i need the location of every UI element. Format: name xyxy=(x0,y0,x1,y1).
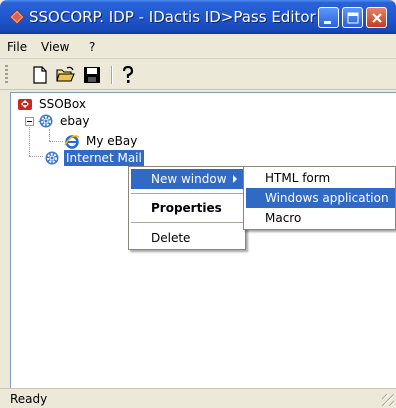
maximize-icon xyxy=(347,12,359,24)
tree-connector xyxy=(49,141,63,142)
tree-node-ebay[interactable]: ebay xyxy=(38,113,118,129)
menu-separator xyxy=(131,222,243,223)
menu-item-label: Properties xyxy=(151,201,222,215)
open-folder-icon[interactable] xyxy=(55,65,75,85)
diamond-app-icon xyxy=(9,9,25,25)
submenu-windows-application[interactable]: Windows application xyxy=(246,188,395,208)
context-menu-properties[interactable]: Properties xyxy=(131,198,243,218)
tree-node-my-ebay[interactable]: My eBay xyxy=(64,133,154,149)
save-disk-icon[interactable] xyxy=(82,65,102,85)
toolbar xyxy=(0,60,396,90)
gear-icon xyxy=(45,151,59,165)
menu-item-label: HTML form xyxy=(265,171,331,185)
menu-help[interactable]: ? xyxy=(86,39,98,55)
tree-collapse-toggle[interactable] xyxy=(25,117,34,126)
submenu-macro[interactable]: Macro xyxy=(246,208,395,228)
toolbar-grip[interactable] xyxy=(5,65,8,85)
close-icon xyxy=(372,13,382,23)
window-title: SSOCORP. IDP - IDactis ID>Pass Editor xyxy=(29,8,316,26)
context-menu-delete[interactable]: Delete xyxy=(131,228,243,248)
ssobox-icon xyxy=(18,99,32,110)
title-bar[interactable]: SSOCORP. IDP - IDactis ID>Pass Editor xyxy=(0,0,396,34)
tree-node-label: SSOBox xyxy=(39,97,86,111)
menu-item-label: Delete xyxy=(151,231,191,245)
tree-connector xyxy=(49,129,50,141)
menu-item-label: Windows application xyxy=(265,191,389,205)
submenu-html-form[interactable]: HTML form xyxy=(246,168,395,188)
new-window-submenu: HTML form Windows application Macro xyxy=(243,166,396,230)
tree-node-label: ebay xyxy=(60,114,90,128)
help-question-icon[interactable] xyxy=(118,65,138,85)
menu-item-label: New window xyxy=(151,172,227,186)
tree-node-internet-mail[interactable]: Internet Mail xyxy=(44,150,154,166)
maximize-button[interactable] xyxy=(342,7,363,28)
submenu-arrow-icon xyxy=(233,175,237,183)
minimize-icon xyxy=(324,21,331,24)
internet-explorer-icon xyxy=(64,135,80,149)
toolbar-separator xyxy=(111,66,113,84)
tree-node-ssobox[interactable]: SSOBox xyxy=(17,96,97,112)
context-menu-new-window[interactable]: New window xyxy=(131,169,243,189)
menu-separator xyxy=(131,193,243,194)
resize-grip[interactable] xyxy=(382,394,394,406)
tree-node-label: My eBay xyxy=(86,134,138,148)
menu-view[interactable]: View xyxy=(38,39,72,55)
menu-bar: File View ? xyxy=(0,34,396,59)
status-bar: Ready xyxy=(0,388,396,408)
menu-file[interactable]: File xyxy=(4,39,30,55)
context-menu: New window Properties Delete xyxy=(128,166,246,250)
tree-connector xyxy=(29,156,43,157)
tree-node-label: Internet Mail xyxy=(64,150,144,166)
new-document-icon[interactable] xyxy=(30,65,50,85)
menu-item-label: Macro xyxy=(265,211,302,225)
close-button[interactable] xyxy=(366,7,387,28)
status-text: Ready xyxy=(10,392,48,406)
minimize-button[interactable] xyxy=(318,7,339,28)
gear-icon xyxy=(39,114,53,128)
